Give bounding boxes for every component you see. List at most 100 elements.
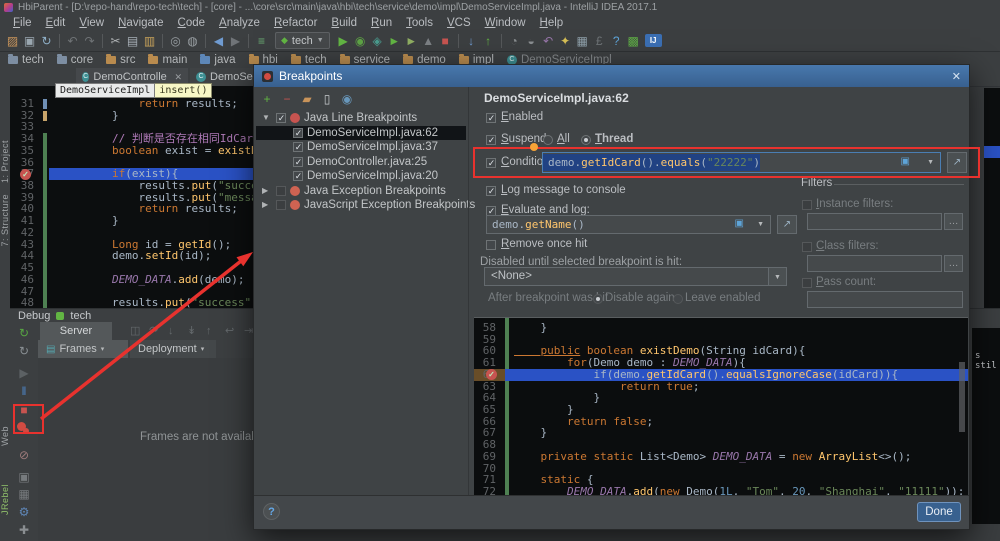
debug-step-tool-icon[interactable]: ⇥: [244, 322, 253, 340]
condition-input[interactable]: demo.getIdCard().equals("22222") ▣ ▼: [542, 152, 941, 173]
menu-navigate[interactable]: Navigate: [111, 17, 170, 29]
expand-editor-button[interactable]: ↗: [947, 152, 967, 173]
run-icon[interactable]: ▶: [335, 31, 352, 51]
menu-help[interactable]: Help: [533, 17, 571, 29]
menu-file[interactable]: File: [6, 17, 39, 29]
compile-icon[interactable]: ≡: [253, 31, 270, 51]
menu-code[interactable]: Code: [171, 17, 213, 29]
leave-enabled-radio[interactable]: [673, 294, 683, 304]
remove-once-checkbox[interactable]: [486, 240, 496, 250]
rerun-icon[interactable]: ↻: [10, 326, 38, 340]
chevron-right-icon[interactable]: ▶: [262, 200, 268, 209]
log-message-checkbox[interactable]: [486, 186, 496, 196]
breadcrumb-item-src[interactable]: src: [106, 54, 135, 66]
menu-tools[interactable]: Tools: [399, 17, 440, 29]
menu-window[interactable]: Window: [478, 17, 533, 29]
breakpoint-checkbox[interactable]: [293, 171, 303, 181]
sync-icon[interactable]: ↻: [38, 31, 55, 51]
pane-divider[interactable]: [468, 87, 469, 498]
disable-again-radio[interactable]: [593, 294, 603, 304]
suspend-all-radio[interactable]: [543, 135, 553, 145]
mute-breakpoints-icon[interactable]: ⊘: [10, 448, 38, 462]
copy-icon[interactable]: ▤: [124, 31, 141, 51]
save-icon[interactable]: ▣: [21, 31, 38, 51]
menu-edit[interactable]: Edit: [39, 17, 73, 29]
breakpoint-item-demoserviceimpl-java-62[interactable]: DemoServiceImpl.java:62: [256, 125, 466, 140]
add-icon[interactable]: +: [260, 92, 274, 106]
class-filters-browse-button[interactable]: …: [944, 255, 963, 272]
menu-view[interactable]: View: [72, 17, 111, 29]
breadcrumb-item-main[interactable]: main: [148, 54, 187, 66]
chevron-right-icon[interactable]: ▶: [262, 186, 268, 195]
settings-icon[interactable]: ⚙: [10, 505, 38, 519]
breakpoint-item-demoserviceimpl-java-20[interactable]: DemoServiceImpl.java:20: [256, 169, 466, 183]
vcs-update-icon[interactable]: ↓: [463, 31, 480, 51]
instance-filters-input[interactable]: [807, 213, 942, 230]
menu-build[interactable]: Build: [324, 17, 364, 29]
doc-icon[interactable]: ▯: [320, 92, 334, 106]
jrebel-icon[interactable]: ▩: [625, 31, 642, 51]
paste-icon[interactable]: ▥: [141, 31, 158, 51]
breakpoint-code-preview[interactable]: 58 } 59 60 public boolean existDemo(String…: [474, 317, 968, 496]
breadcrumb-item-java[interactable]: java: [200, 54, 236, 66]
menu-refactor[interactable]: Refactor: [267, 17, 324, 29]
view-breakpoints-icon[interactable]: [10, 420, 38, 436]
help-button[interactable]: ?: [263, 503, 280, 520]
chevron-down-icon[interactable]: ▼: [768, 268, 786, 285]
close-icon[interactable]: ✕: [952, 70, 961, 83]
class-filters-checkbox[interactable]: [802, 242, 812, 252]
expand-editor-button[interactable]: ↗: [777, 215, 797, 234]
breakpoint-item-democontroller-java-25[interactable]: DemoController.java:25: [256, 155, 466, 169]
restore-layout-icon[interactable]: ▣: [10, 470, 38, 484]
debug-icon[interactable]: ◉: [352, 31, 369, 51]
stop-icon[interactable]: ■: [10, 403, 38, 417]
find-icon[interactable]: ◎: [167, 31, 184, 51]
debug-session-tab[interactable]: tech: [70, 310, 91, 322]
coverage-icon[interactable]: ◈: [369, 31, 386, 51]
resume-icon[interactable]: ▶: [10, 366, 38, 380]
sidebar-item-project[interactable]: 1: Project: [0, 140, 10, 183]
history-icon[interactable]: ◔: [506, 31, 523, 51]
ij-icon[interactable]: IJ: [644, 34, 662, 47]
currency-icon[interactable]: £: [591, 31, 608, 51]
menu-vcs[interactable]: VCS: [440, 17, 478, 29]
layout-icon[interactable]: ▦: [10, 487, 38, 501]
menu-analyze[interactable]: Analyze: [212, 17, 267, 29]
refresh-icon[interactable]: ↻: [10, 344, 38, 358]
breakpoint-checkbox[interactable]: [276, 113, 286, 123]
done-button[interactable]: Done: [917, 502, 961, 522]
attach-icon[interactable]: ►: [403, 31, 420, 51]
debug-step-tool-icon[interactable]: ↩: [225, 322, 234, 340]
breakpoint-checkbox[interactable]: [276, 185, 286, 196]
sidebar-item-structure[interactable]: 7: Structure: [0, 194, 10, 247]
sidebar-item-jrebel[interactable]: JRebel: [0, 484, 10, 515]
tool-icon[interactable]: ▲: [420, 31, 437, 51]
sidebar-item-web[interactable]: Web: [0, 426, 10, 446]
tab-deployment[interactable]: Deployment ▾: [130, 340, 216, 358]
replace-icon[interactable]: ◍: [184, 31, 201, 51]
profile-icon[interactable]: ►: [386, 31, 403, 51]
debug-step-tool-icon[interactable]: ↑: [206, 322, 212, 340]
pass-count-input[interactable]: [807, 291, 963, 308]
scrollbar[interactable]: [959, 362, 965, 432]
breakpoint-checkbox[interactable]: [293, 156, 303, 167]
undo-icon[interactable]: ↶: [64, 31, 81, 51]
debug-step-tool-icon[interactable]: ↷: [149, 322, 158, 340]
back-icon[interactable]: ◀: [210, 31, 227, 51]
dialog-title-bar[interactable]: Breakpoints ✕: [254, 65, 969, 87]
tab-frames[interactable]: ▤ Frames ▾: [38, 340, 128, 358]
stop-icon[interactable]: ■: [437, 31, 454, 51]
breakpoint-item-java-line-breakpoints[interactable]: ▼Java Line Breakpoints: [256, 111, 466, 125]
remove-icon[interactable]: −: [280, 92, 294, 106]
pass-count-checkbox[interactable]: [802, 278, 812, 288]
instance-filters-checkbox[interactable]: [802, 200, 812, 210]
enabled-checkbox[interactable]: [486, 113, 496, 123]
suspend-checkbox[interactable]: [486, 135, 496, 145]
breakpoint-item-java-exception-breakpoints[interactable]: ▶ Java Exception Breakpoints: [256, 184, 466, 198]
intent-icon[interactable]: ✦: [557, 31, 574, 51]
vcs-commit-icon[interactable]: ↑: [480, 31, 497, 51]
condition-history-icon[interactable]: ▼: [927, 159, 934, 166]
redo-icon[interactable]: ↷: [81, 31, 98, 51]
chevron-down-icon[interactable]: ▼: [262, 113, 270, 122]
breakpoint-item-javascript-exception-breakpoints[interactable]: ▶ JavaScript Exception Breakpoints: [256, 198, 475, 212]
